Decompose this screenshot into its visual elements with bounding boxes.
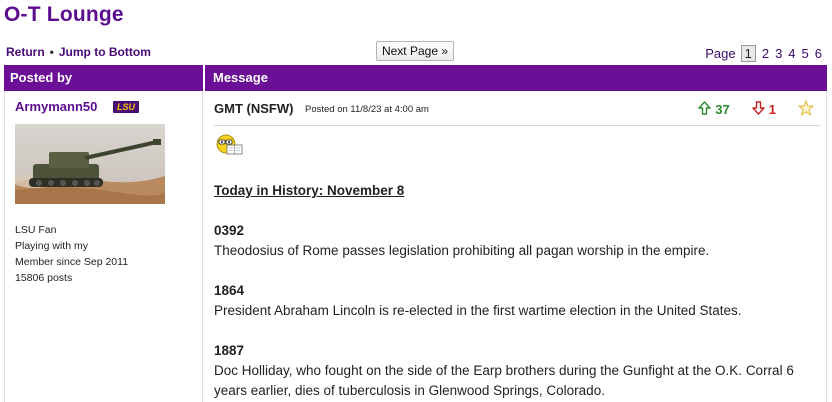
author-member-since: Member since Sep 2011 — [15, 256, 129, 268]
favorite-star-icon[interactable] — [797, 99, 815, 119]
jump-to-bottom-link[interactable]: Jump to Bottom — [59, 45, 151, 59]
page-link[interactable]: 4 — [788, 46, 795, 61]
upvote-count: 37 — [715, 102, 730, 117]
artillery-tank-avatar[interactable] — [15, 124, 165, 204]
team-badge: LSU — [113, 101, 139, 113]
author-username[interactable]: Armymann50 — [15, 99, 97, 114]
top-navigation: Return • Jump to Bottom Next Page » Page 1… — [0, 40, 832, 62]
page-label: Page — [705, 46, 736, 61]
event-year: 0392 — [214, 223, 245, 238]
nav-links: Return • Jump to Bottom — [6, 45, 151, 59]
column-header-message: Message — [205, 65, 827, 91]
post-body: Today in History: November 8 0392 Theodo… — [214, 181, 820, 402]
message-panel: GMT (NSFW) Posted on 11/8/23 at 4:00 am … — [205, 91, 827, 402]
author-status: Playing with my — [15, 240, 88, 252]
post-timestamp: Posted on 11/8/23 at 4:00 am — [305, 104, 429, 115]
page-link[interactable]: 6 — [815, 46, 822, 61]
event-year: 1864 — [214, 283, 245, 298]
author-post-count: 15806 posts — [15, 272, 73, 284]
vote-controls: 37 1 — [698, 99, 815, 119]
event-text: President Abraham Lincoln is re-elected … — [214, 303, 742, 318]
post-title: GMT (NSFW) — [214, 101, 294, 116]
page-link[interactable]: 3 — [775, 46, 782, 61]
event-text: Theodosius of Rome passes legislation pr… — [214, 243, 710, 258]
post-heading: Today in History: November 8 — [214, 183, 405, 198]
author-fan-of: LSU Fan — [15, 224, 57, 236]
forum-title[interactable]: O-T Lounge — [4, 3, 124, 27]
event-text: Doc Holliday, who fought on the side of … — [214, 363, 794, 398]
next-page-button[interactable]: Next Page » — [376, 41, 454, 61]
column-header-posted-by: Posted by — [4, 65, 203, 91]
nav-separator: • — [49, 45, 54, 59]
page-link[interactable]: 2 — [762, 46, 769, 61]
author-info: LSU Fan Playing with my Member since Sep… — [15, 222, 128, 286]
reading-smiley-icon — [214, 133, 244, 155]
page-link-current[interactable]: 1 — [740, 45, 756, 62]
downvote-arrow-icon[interactable] — [752, 101, 765, 118]
return-link[interactable]: Return — [6, 45, 45, 59]
author-panel: Armymann50 LSU LSU Fan Playing with my M… — [4, 91, 203, 402]
event-year: 1887 — [214, 343, 245, 358]
upvote-arrow-icon[interactable] — [698, 101, 711, 118]
post-divider — [214, 125, 820, 126]
page-link[interactable]: 5 — [802, 46, 809, 61]
pagination: Page 1 2 3 4 5 6 — [705, 45, 822, 62]
downvote-count: 1 — [768, 102, 776, 117]
